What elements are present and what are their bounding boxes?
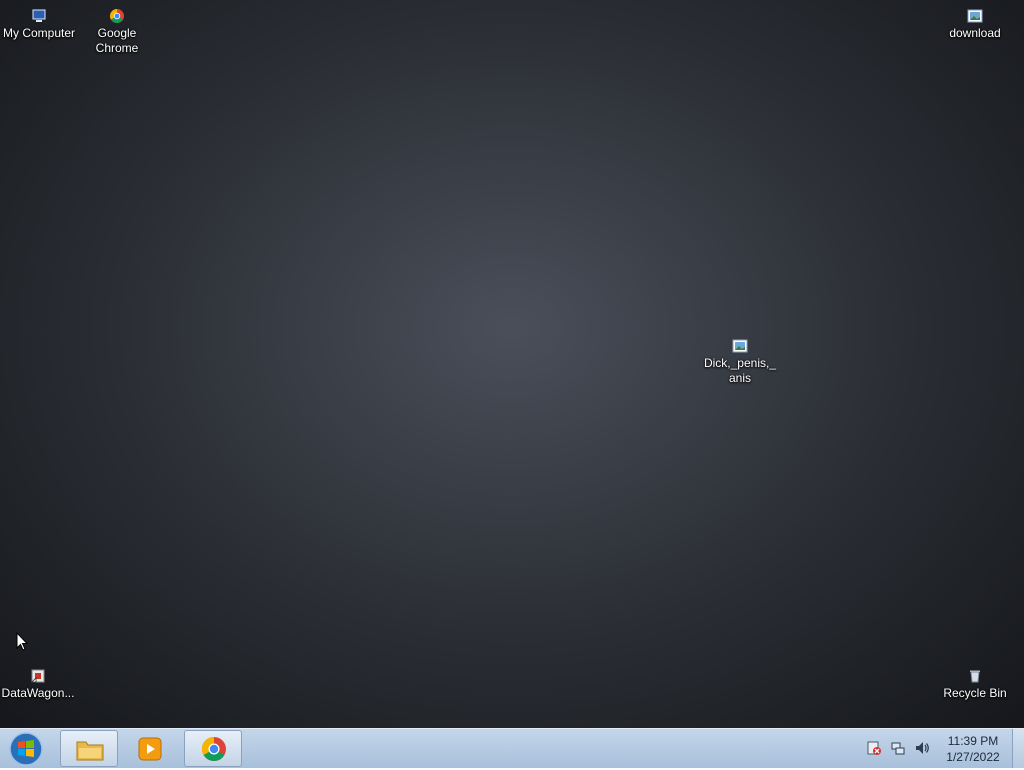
clock-time: 11:39 PM bbox=[947, 734, 999, 748]
recycle-bin-icon bbox=[970, 670, 980, 683]
network-icon[interactable] bbox=[890, 740, 906, 756]
clock-date: 1/27/2022 bbox=[946, 750, 1000, 764]
taskbar: 11:39 PM 1/27/2022 bbox=[0, 728, 1024, 768]
desktop-background[interactable]: My Computer Google Chrome download Dick,… bbox=[0, 0, 1024, 728]
shortcut-icon bbox=[31, 669, 45, 683]
computer-icon bbox=[32, 9, 46, 22]
desktop-icon-label: My Computer bbox=[2, 26, 76, 40]
desktop-icon-label: DataWagon... bbox=[1, 686, 75, 700]
taskbar-clock[interactable]: 11:39 PM 1/27/2022 bbox=[935, 733, 1011, 765]
desktop-icon-download[interactable]: download bbox=[937, 8, 1013, 41]
file-explorer-icon bbox=[76, 741, 104, 761]
chrome-icon bbox=[110, 9, 124, 23]
action-center-icon[interactable] bbox=[866, 740, 882, 756]
windows-logo-icon bbox=[9, 732, 43, 766]
desktop-icon-label: Recycle Bin bbox=[943, 686, 1007, 700]
media-player-icon bbox=[138, 737, 162, 761]
desktop-icon-image-file[interactable]: Dick,_penis,_anis bbox=[702, 338, 778, 386]
chrome-icon bbox=[201, 737, 226, 762]
mouse-pointer-icon bbox=[16, 632, 28, 651]
taskbar-file-explorer[interactable] bbox=[60, 730, 118, 767]
desktop-icon-label: download bbox=[949, 26, 1001, 40]
desktop-icon-google-chrome[interactable]: Google Chrome bbox=[79, 8, 155, 56]
start-button[interactable] bbox=[4, 731, 48, 767]
image-file-icon bbox=[732, 339, 748, 353]
desktop-icon-datawagon[interactable]: DataWagon... bbox=[0, 668, 76, 701]
volume-icon[interactable] bbox=[914, 740, 930, 756]
desktop-icon-label: Google Chrome bbox=[95, 26, 139, 55]
taskbar-chrome[interactable] bbox=[184, 730, 242, 767]
desktop-icon-label: Dick,_penis,_anis bbox=[703, 356, 777, 385]
image-file-icon bbox=[967, 9, 983, 23]
show-desktop-button[interactable] bbox=[1012, 729, 1024, 768]
taskbar-media-player[interactable] bbox=[120, 730, 178, 767]
desktop-icon-recycle-bin[interactable]: Recycle Bin bbox=[937, 668, 1013, 701]
desktop-icon-my-computer[interactable]: My Computer bbox=[1, 8, 77, 41]
